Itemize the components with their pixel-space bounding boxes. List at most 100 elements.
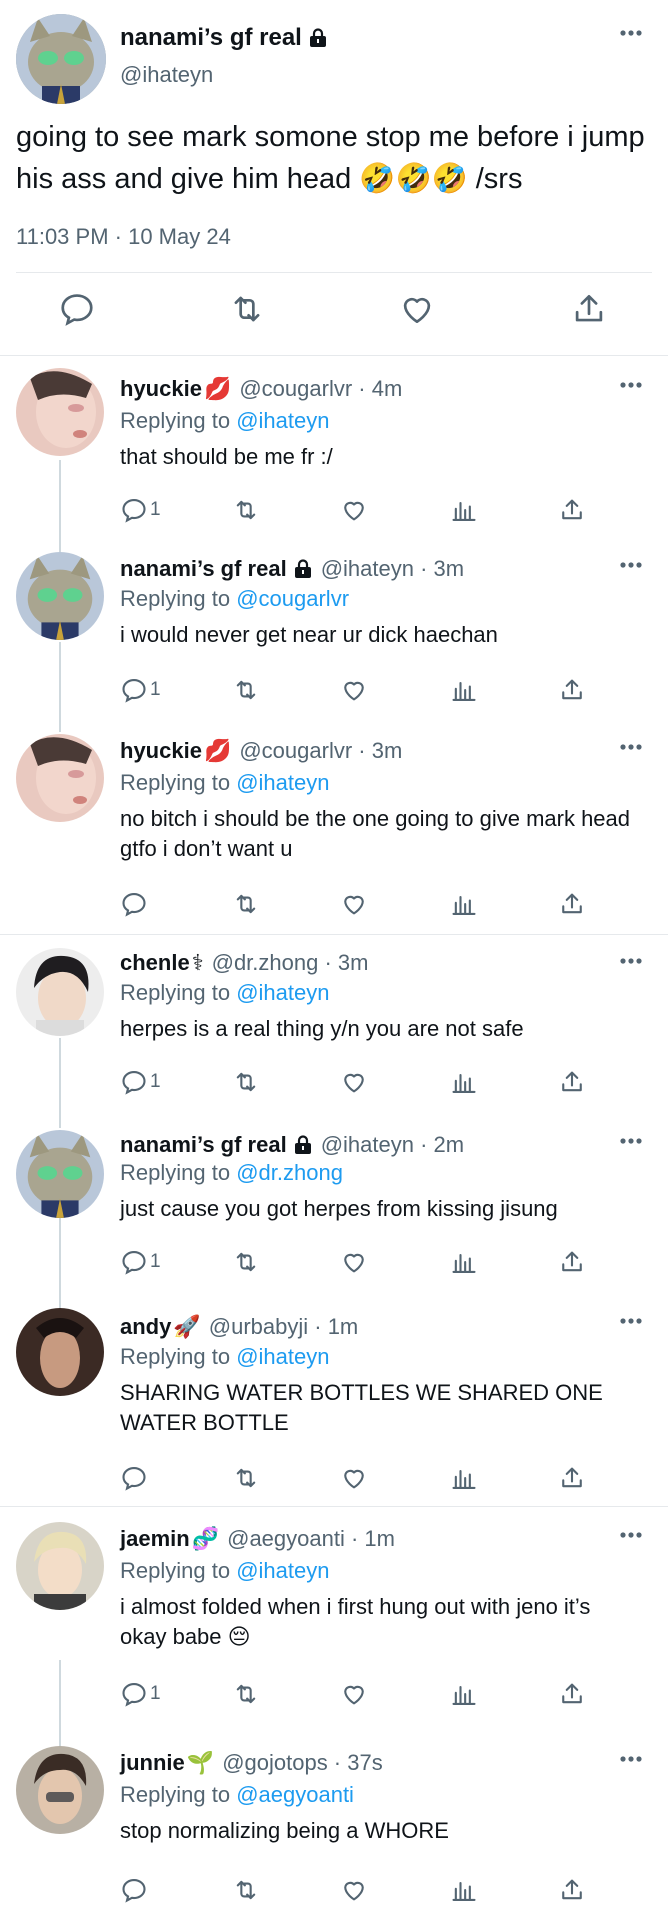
avatar[interactable] <box>16 734 104 822</box>
reply-icon[interactable] <box>120 890 150 918</box>
more-options-icon[interactable] <box>620 1318 642 1324</box>
display-name[interactable]: hyuckie <box>120 738 202 764</box>
more-options-icon[interactable] <box>620 1138 642 1144</box>
like-icon[interactable] <box>340 1068 368 1096</box>
handle[interactable]: @gojotops · 37s <box>222 1750 383 1776</box>
more-options-icon[interactable] <box>620 562 642 568</box>
replying-to-link[interactable]: @aegyoanti <box>236 1782 354 1807</box>
handle[interactable]: @ihateyn <box>120 62 213 88</box>
share-icon[interactable] <box>558 1876 586 1904</box>
display-name[interactable]: nanami’s gf real <box>120 24 328 52</box>
avatar[interactable] <box>16 1522 104 1610</box>
display-name[interactable]: hyuckie <box>120 376 202 402</box>
retweet-icon[interactable] <box>228 290 266 328</box>
share-icon[interactable] <box>558 890 586 918</box>
share-icon[interactable] <box>558 676 586 704</box>
share-icon[interactable] <box>558 1248 586 1276</box>
display-name[interactable]: nanami’s gf real <box>120 1132 287 1158</box>
retweet-icon[interactable] <box>232 1464 260 1492</box>
like-icon[interactable] <box>340 890 368 918</box>
like-icon[interactable] <box>340 1464 368 1492</box>
reply-icon[interactable]: 1 <box>120 496 161 524</box>
avatar[interactable] <box>16 948 104 1036</box>
retweet-icon[interactable] <box>232 1068 260 1096</box>
photo-avatar-icon <box>16 948 104 1036</box>
reply-icon[interactable] <box>120 1464 150 1492</box>
avatar[interactable] <box>16 14 106 104</box>
display-name[interactable]: andy <box>120 1314 171 1340</box>
like-icon[interactable] <box>398 290 436 328</box>
tweet-timestamp[interactable]: 11:03 PM · 10 May 24 <box>16 224 231 250</box>
share-icon[interactable] <box>558 1680 586 1708</box>
replying-label: Replying to <box>120 980 231 1005</box>
avatar[interactable] <box>16 552 104 640</box>
like-icon[interactable] <box>340 1248 368 1276</box>
avatar[interactable] <box>16 1308 104 1396</box>
retweet-icon[interactable] <box>232 676 260 704</box>
handle[interactable]: @cougarlvr · 4m <box>239 376 402 402</box>
like-icon[interactable] <box>340 1876 368 1904</box>
more-options-icon[interactable] <box>620 382 642 388</box>
views-icon[interactable] <box>450 890 478 918</box>
retweet-icon[interactable] <box>232 890 260 918</box>
views-icon[interactable] <box>450 1876 478 1904</box>
handle[interactable]: @aegyoanti · 1m <box>227 1526 395 1552</box>
replying-to-link[interactable]: @ihateyn <box>236 1344 329 1369</box>
share-icon[interactable] <box>558 496 586 524</box>
handle[interactable]: @ihateyn · 2m <box>321 1132 464 1158</box>
like-icon[interactable] <box>340 1680 368 1708</box>
like-icon[interactable] <box>340 676 368 704</box>
share-icon[interactable] <box>558 1068 586 1096</box>
views-icon[interactable] <box>450 1068 478 1096</box>
retweet-icon[interactable] <box>232 1876 260 1904</box>
reply-icon[interactable] <box>58 290 96 328</box>
handle[interactable]: @ihateyn · 3m <box>321 556 464 582</box>
handle[interactable]: @dr.zhong · 3m <box>212 950 369 976</box>
replying-to-link[interactable]: @ihateyn <box>236 408 329 433</box>
display-name[interactable]: nanami’s gf real <box>120 556 287 582</box>
photo-avatar-icon <box>16 1308 104 1396</box>
reply-icon[interactable]: 1 <box>120 1068 161 1096</box>
replying-to-link[interactable]: @dr.zhong <box>236 1160 343 1185</box>
views-icon[interactable] <box>450 496 478 524</box>
avatar[interactable] <box>16 1130 104 1218</box>
handle[interactable]: @urbabyji · 1m <box>209 1314 359 1340</box>
display-name[interactable]: junnie <box>120 1750 185 1776</box>
views-icon[interactable] <box>450 676 478 704</box>
views-icon[interactable] <box>450 1680 478 1708</box>
handle[interactable]: @cougarlvr · 3m <box>239 738 402 764</box>
replying-to-link[interactable]: @cougarlvr <box>236 586 349 611</box>
avatar[interactable] <box>16 1746 104 1834</box>
views-icon[interactable] <box>450 1464 478 1492</box>
retweet-icon[interactable] <box>232 496 260 524</box>
display-name[interactable]: jaemin <box>120 1526 190 1552</box>
more-options-icon[interactable] <box>620 958 642 964</box>
reply-icon[interactable]: 1 <box>120 1680 161 1708</box>
share-icon[interactable] <box>570 290 608 328</box>
share-icon[interactable] <box>558 1464 586 1492</box>
replying-to-link[interactable]: @ihateyn <box>236 1558 329 1583</box>
more-options-icon[interactable] <box>620 1532 642 1538</box>
reply-icon[interactable]: 1 <box>120 676 161 704</box>
replying-to-link[interactable]: @ihateyn <box>236 770 329 795</box>
more-options-icon[interactable] <box>620 744 642 750</box>
replying-label: Replying to <box>120 1344 231 1369</box>
cat-avatar-icon <box>16 552 104 640</box>
reply-header: andy 🚀 @urbabyji · 1m <box>120 1314 358 1340</box>
cat-avatar-icon <box>16 1130 104 1218</box>
replying-to-link[interactable]: @ihateyn <box>236 980 329 1005</box>
views-icon[interactable] <box>450 1248 478 1276</box>
avatar[interactable] <box>16 368 104 456</box>
name-emoji: ⚕ <box>191 950 204 975</box>
retweet-icon[interactable] <box>232 1680 260 1708</box>
retweet-icon[interactable] <box>232 1248 260 1276</box>
more-options-icon[interactable] <box>620 30 642 36</box>
display-name[interactable]: chenle <box>120 950 190 976</box>
more-options-icon[interactable] <box>620 1756 642 1762</box>
name-emoji: 💋 <box>203 738 232 763</box>
reply-icon[interactable] <box>120 1876 150 1904</box>
lock-icon <box>294 1135 311 1154</box>
replying-to: Replying to @ihateyn <box>120 1344 329 1370</box>
reply-icon[interactable]: 1 <box>120 1248 161 1276</box>
like-icon[interactable] <box>340 496 368 524</box>
